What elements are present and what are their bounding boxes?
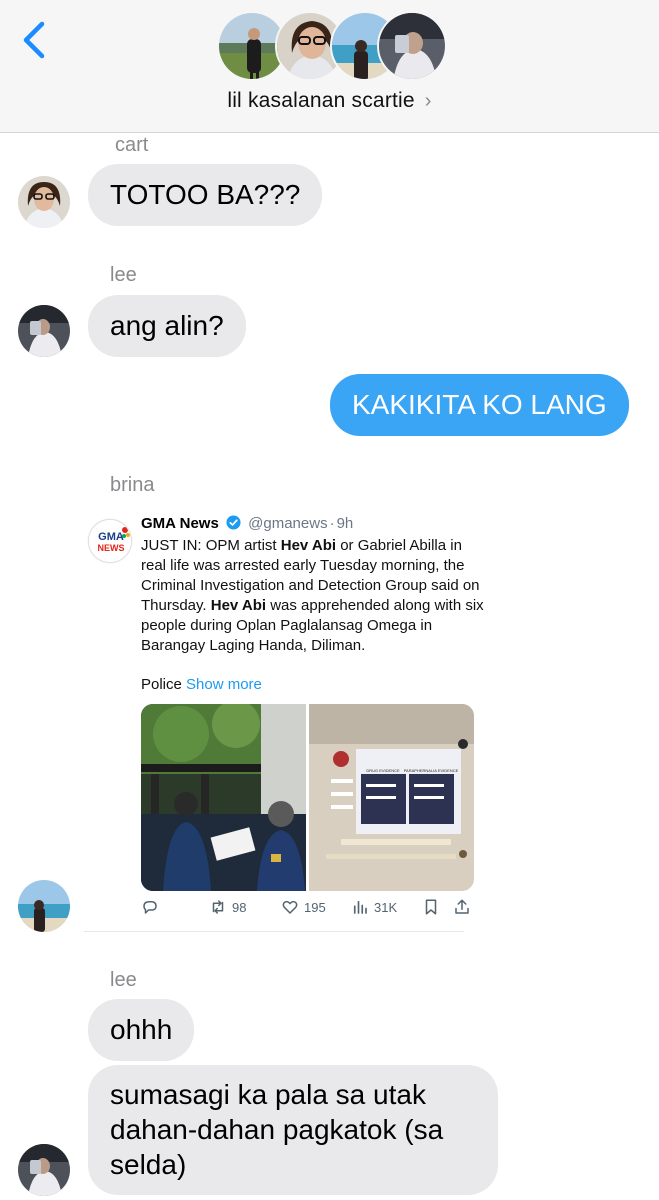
tweet-text-bold: Hev Abi [280, 537, 337, 554]
group-name[interactable]: lil kasalanan scartie › [0, 89, 659, 113]
gma-news-logo: GMA NEWS [88, 519, 132, 563]
outgoing-message-bubble[interactable]: KAKIKITA KO LANG [330, 374, 629, 436]
tweet-text: JUST IN: OPM artist Hev Abi or Gabriel A… [141, 536, 486, 656]
share-action[interactable] [453, 898, 471, 916]
tweet-text-bold: Hev Abi [210, 597, 267, 614]
avatar-lee[interactable] [18, 305, 70, 357]
message-text-line: selda) [110, 1149, 187, 1180]
avatar-lee[interactable] [18, 1144, 70, 1196]
tweet-photo-arrest[interactable] [141, 704, 306, 891]
view-count: 31K [374, 899, 398, 915]
tweet-handle: @gmanews [248, 515, 328, 532]
retweet-action[interactable]: 98 [209, 898, 246, 916]
like-count: 195 [304, 899, 326, 915]
sender-name: brina [110, 474, 155, 496]
message-text: KAKIKITA KO LANG [352, 389, 607, 420]
message-text: ohhh [110, 1014, 173, 1045]
show-more-link[interactable]: Show more [186, 676, 262, 693]
tweet-time: 9h [336, 515, 354, 532]
avatar-cart[interactable] [18, 176, 70, 228]
message-text: TOTOO BA??? [110, 179, 301, 210]
logo-text-news: NEWS [98, 543, 125, 553]
back-chevron-icon[interactable] [18, 20, 52, 60]
tweet-text-part: Police [141, 676, 182, 693]
message-bubble[interactable]: sumasagi ka pala sa utak dahan-dahan pag… [88, 1065, 498, 1195]
reply-action[interactable] [141, 898, 159, 916]
tweet-author-name[interactable]: GMA News [141, 515, 219, 532]
tweet-actions: 98 195 31K [141, 898, 481, 920]
views-icon [353, 900, 367, 914]
conversation-header: lil kasalanan scartie › [0, 0, 659, 133]
message-text: ang alin? [110, 310, 224, 341]
sender-name: lee [110, 264, 137, 286]
heart-icon [282, 900, 298, 914]
avatar-brina[interactable] [18, 880, 70, 932]
verified-badge-icon [226, 515, 241, 530]
evidence-label: PARAPHERNALIA EVIDENCE [404, 768, 459, 773]
group-avatars[interactable] [217, 11, 447, 83]
message-bubble[interactable]: ohhh [88, 999, 195, 1061]
tweet-separator: · [329, 515, 335, 532]
sender-name: cart [115, 134, 149, 156]
group-avatar-4 [377, 11, 447, 81]
message-bubble[interactable]: TOTOO BA??? [88, 164, 323, 226]
message-text-line: dahan-dahan pagkatok (sa [110, 1114, 444, 1145]
sender-name: lee [110, 969, 137, 991]
shared-tweet-card[interactable]: GMA NEWS GMA News @gmanews · 9h JUST IN: O… [84, 505, 489, 930]
share-icon [455, 899, 469, 914]
like-action[interactable]: 195 [281, 898, 326, 916]
tweet-header: GMA News @gmanews · 9h [141, 515, 353, 532]
tweet-divider [84, 931, 464, 932]
tweet-media[interactable]: DRUG EVIDENCE PARAPHERNALIA EVIDENCE [141, 704, 474, 891]
message-bubble[interactable]: ang alin? [88, 295, 246, 357]
retweet-icon [212, 900, 224, 914]
views-action[interactable]: 31K [351, 898, 397, 916]
tweet-more-line: Police Show more [141, 676, 262, 693]
bookmark-icon [425, 899, 437, 915]
evidence-label: DRUG EVIDENCE [366, 768, 400, 773]
reply-icon [143, 901, 157, 914]
logo-text-gma: GMA [98, 531, 124, 543]
chevron-right-icon: › [424, 90, 432, 112]
bookmark-action[interactable] [422, 898, 440, 916]
group-name-label: lil kasalanan scartie [227, 89, 415, 112]
tweet-photo-evidence[interactable]: DRUG EVIDENCE PARAPHERNALIA EVIDENCE [309, 704, 474, 891]
message-text-line: sumasagi ka pala sa utak [110, 1079, 426, 1110]
retweet-count: 98 [232, 899, 247, 915]
tweet-text-part: JUST IN: OPM artist [141, 537, 281, 554]
